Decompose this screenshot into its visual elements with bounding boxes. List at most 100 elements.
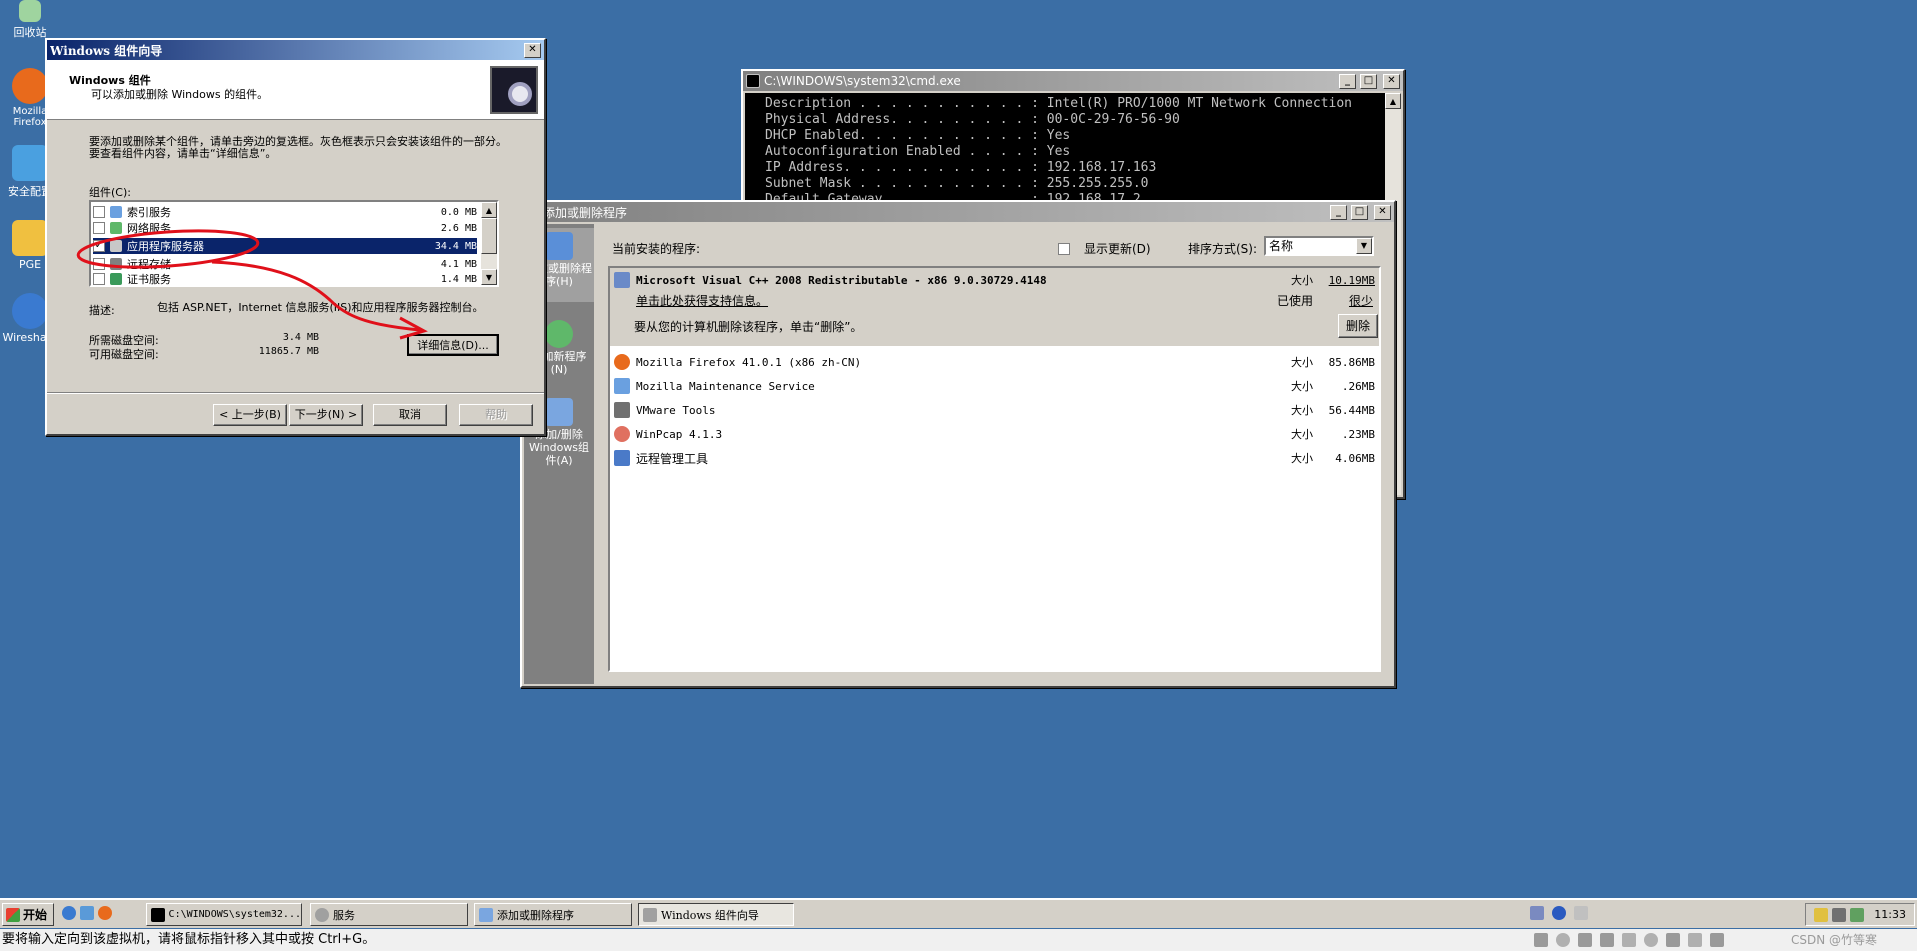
taskbar-item-services[interactable]: 服务 — [310, 903, 468, 926]
app-server-icon — [110, 240, 122, 252]
sort-value: 名称 — [1269, 239, 1294, 253]
program-row-mozilla-maintenance[interactable]: Mozilla Maintenance Service 大小 .26MB — [614, 374, 1375, 398]
components-list[interactable]: 索引服务 0.0 MB 网络服务 2.6 MB ✓ 应用程序服务器 34.4 M… — [89, 200, 499, 287]
help-icon[interactable] — [1552, 906, 1566, 920]
program-row-firefox[interactable]: Mozilla Firefox 41.0.1 (x86 zh-CN) 大小 85… — [614, 350, 1375, 374]
program-row-winpcap[interactable]: WinPcap 4.1.3 大小 .23MB — [614, 422, 1375, 446]
hdd-icon[interactable] — [1534, 933, 1548, 947]
component-row-selected[interactable]: ✓ 应用程序服务器 34.4 MB — [93, 238, 477, 254]
desktop-icon-recycle-bin[interactable]: 回收站 — [0, 0, 60, 40]
certificate-service-icon — [110, 273, 122, 285]
component-name: 网络服务 — [127, 222, 171, 235]
close-button[interactable]: ✕ — [524, 42, 541, 58]
minimize-button[interactable]: _ — [1330, 204, 1347, 220]
program-size: 56.44MB — [1328, 403, 1375, 417]
component-checkbox[interactable] — [93, 273, 105, 285]
chevron-down-icon[interactable]: ▼ — [1356, 238, 1372, 254]
show-updates-checkbox[interactable]: 显示更新(D) — [1058, 240, 1151, 257]
arp-titlebar[interactable]: 添加或删除程序 _ □ ✕ — [522, 202, 1394, 222]
firefox-icon[interactable] — [98, 906, 112, 920]
network-icon[interactable] — [1530, 906, 1544, 920]
scroll-up-arrow-icon[interactable]: ▲ — [1385, 93, 1401, 109]
winpcap-icon — [614, 426, 630, 442]
component-name: 索引服务 — [127, 206, 171, 219]
display-icon[interactable] — [1710, 933, 1724, 947]
used-value[interactable]: 很少 — [1349, 292, 1373, 309]
security-shield-icon[interactable] — [1814, 907, 1829, 922]
back-button[interactable]: < 上一步(B) — [213, 404, 287, 426]
system-tray-left — [1530, 906, 1588, 920]
scroll-thumb[interactable] — [481, 218, 497, 254]
remove-button[interactable]: 删除 — [1338, 314, 1378, 338]
next-button[interactable]: 下一步(N) > — [289, 404, 363, 426]
cmd-titlebar[interactable]: C:\WINDOWS\system32\cmd.exe _ □ ✕ — [743, 71, 1403, 91]
selected-program-panel[interactable]: Microsoft Visual C++ 2008 Redistributabl… — [610, 268, 1379, 346]
taskbar-item-components-wizard[interactable]: Windows 组件向导 — [638, 903, 794, 926]
wireshark-icon — [12, 293, 48, 329]
close-button[interactable]: ✕ — [1374, 204, 1391, 220]
components-wizard-window[interactable]: Windows 组件向导 ✕ Windows 组件 可以添加或删除 Window… — [45, 38, 546, 436]
network-adapter-icon[interactable] — [1578, 933, 1592, 947]
taskbar-item-cmd[interactable]: C:\WINDOWS\system32... — [146, 903, 302, 926]
remote-storage-icon — [110, 258, 122, 270]
taskbar-item-add-remove[interactable]: 添加或删除程序 — [474, 903, 632, 926]
component-row[interactable]: 索引服务 0.0 MB — [93, 204, 477, 220]
network-tray-icon[interactable] — [1850, 907, 1865, 922]
cd-add-icon — [545, 320, 573, 348]
size-label: 大小 — [1291, 428, 1313, 441]
sort-dropdown[interactable]: 名称 ▼ — [1264, 236, 1374, 256]
program-size: 10.19MB — [1328, 273, 1375, 287]
maximize-button[interactable]: □ — [1360, 73, 1377, 89]
size-label: 大小 — [1291, 356, 1313, 369]
cmd-line: Description . . . . . . . . . . . : Inte… — [765, 96, 1352, 111]
taskbar-item-label: 服务 — [333, 908, 355, 922]
clock[interactable]: 11:33 — [1874, 908, 1906, 921]
support-info-link[interactable]: 单击此处获得支持信息。 — [636, 292, 768, 309]
cmd-title: C:\WINDOWS\system32\cmd.exe — [764, 74, 961, 88]
maximize-button[interactable]: □ — [1351, 204, 1368, 220]
cancel-button[interactable]: 取消 — [373, 404, 447, 426]
help-button[interactable]: 帮助 — [459, 404, 533, 426]
scroll-up-arrow-icon[interactable]: ▲ — [481, 202, 497, 218]
selected-program-row[interactable]: Microsoft Visual C++ 2008 Redistributabl… — [614, 268, 1375, 292]
usb-icon[interactable] — [1666, 933, 1680, 947]
component-checkbox[interactable]: ✓ — [93, 240, 105, 252]
settings-icon[interactable] — [1574, 906, 1588, 920]
services-gear-icon — [315, 907, 329, 922]
printer-icon[interactable] — [1622, 933, 1636, 947]
wizard-titlebar[interactable]: Windows 组件向导 ✕ — [47, 40, 544, 60]
components-scrollbar[interactable]: ▲ ▼ — [481, 202, 497, 285]
program-size: 85.86MB — [1328, 355, 1375, 369]
used-label: 已使用 — [1276, 294, 1313, 308]
component-checkbox[interactable] — [93, 222, 105, 234]
usb-icon[interactable] — [1644, 933, 1658, 947]
windows-logo-icon — [6, 907, 20, 922]
program-installer-icon — [614, 272, 630, 288]
component-row[interactable]: 网络服务 2.6 MB — [93, 220, 477, 236]
start-button[interactable]: 开始 — [2, 903, 54, 926]
component-checkbox[interactable] — [93, 206, 105, 218]
component-row[interactable]: 远程存储 4.1 MB — [93, 256, 477, 272]
show-updates-check[interactable] — [1058, 242, 1070, 255]
component-checkbox[interactable] — [93, 258, 105, 270]
browser-icon[interactable] — [80, 906, 94, 920]
details-button[interactable]: 详细信息(D)... — [407, 334, 499, 356]
cd-icon[interactable] — [1556, 933, 1570, 947]
watermark: CSDN @竹等寒 — [1790, 933, 1877, 947]
vmware-tray-icon[interactable] — [1832, 907, 1847, 922]
programs-list[interactable]: Microsoft Visual C++ 2008 Redistributabl… — [608, 266, 1381, 672]
minimize-button[interactable]: _ — [1339, 73, 1356, 89]
scroll-down-arrow-icon[interactable]: ▼ — [481, 269, 497, 285]
add-remove-programs-window[interactable]: 添加或删除程序 _ □ ✕ 更改或删除程序(H) 添加新程序(N) 添加/删除W… — [520, 200, 1396, 688]
component-size: 1.4 MB — [440, 273, 477, 285]
internet-explorer-icon[interactable] — [62, 906, 76, 920]
close-button[interactable]: ✕ — [1383, 73, 1400, 89]
sound-icon[interactable] — [1688, 933, 1702, 947]
required-space-value: 3.4 MB — [282, 332, 319, 343]
program-row-remote-admin-tools[interactable]: 远程管理工具 大小 4.06MB — [614, 446, 1375, 470]
vm-device-icons — [1534, 933, 1724, 947]
wizard-cd-box-icon — [490, 66, 538, 114]
component-row[interactable]: 证书服务 1.4 MB — [93, 272, 477, 286]
network-adapter-icon[interactable] — [1600, 933, 1614, 947]
program-row-vmware-tools[interactable]: VMware Tools 大小 56.44MB — [614, 398, 1375, 422]
